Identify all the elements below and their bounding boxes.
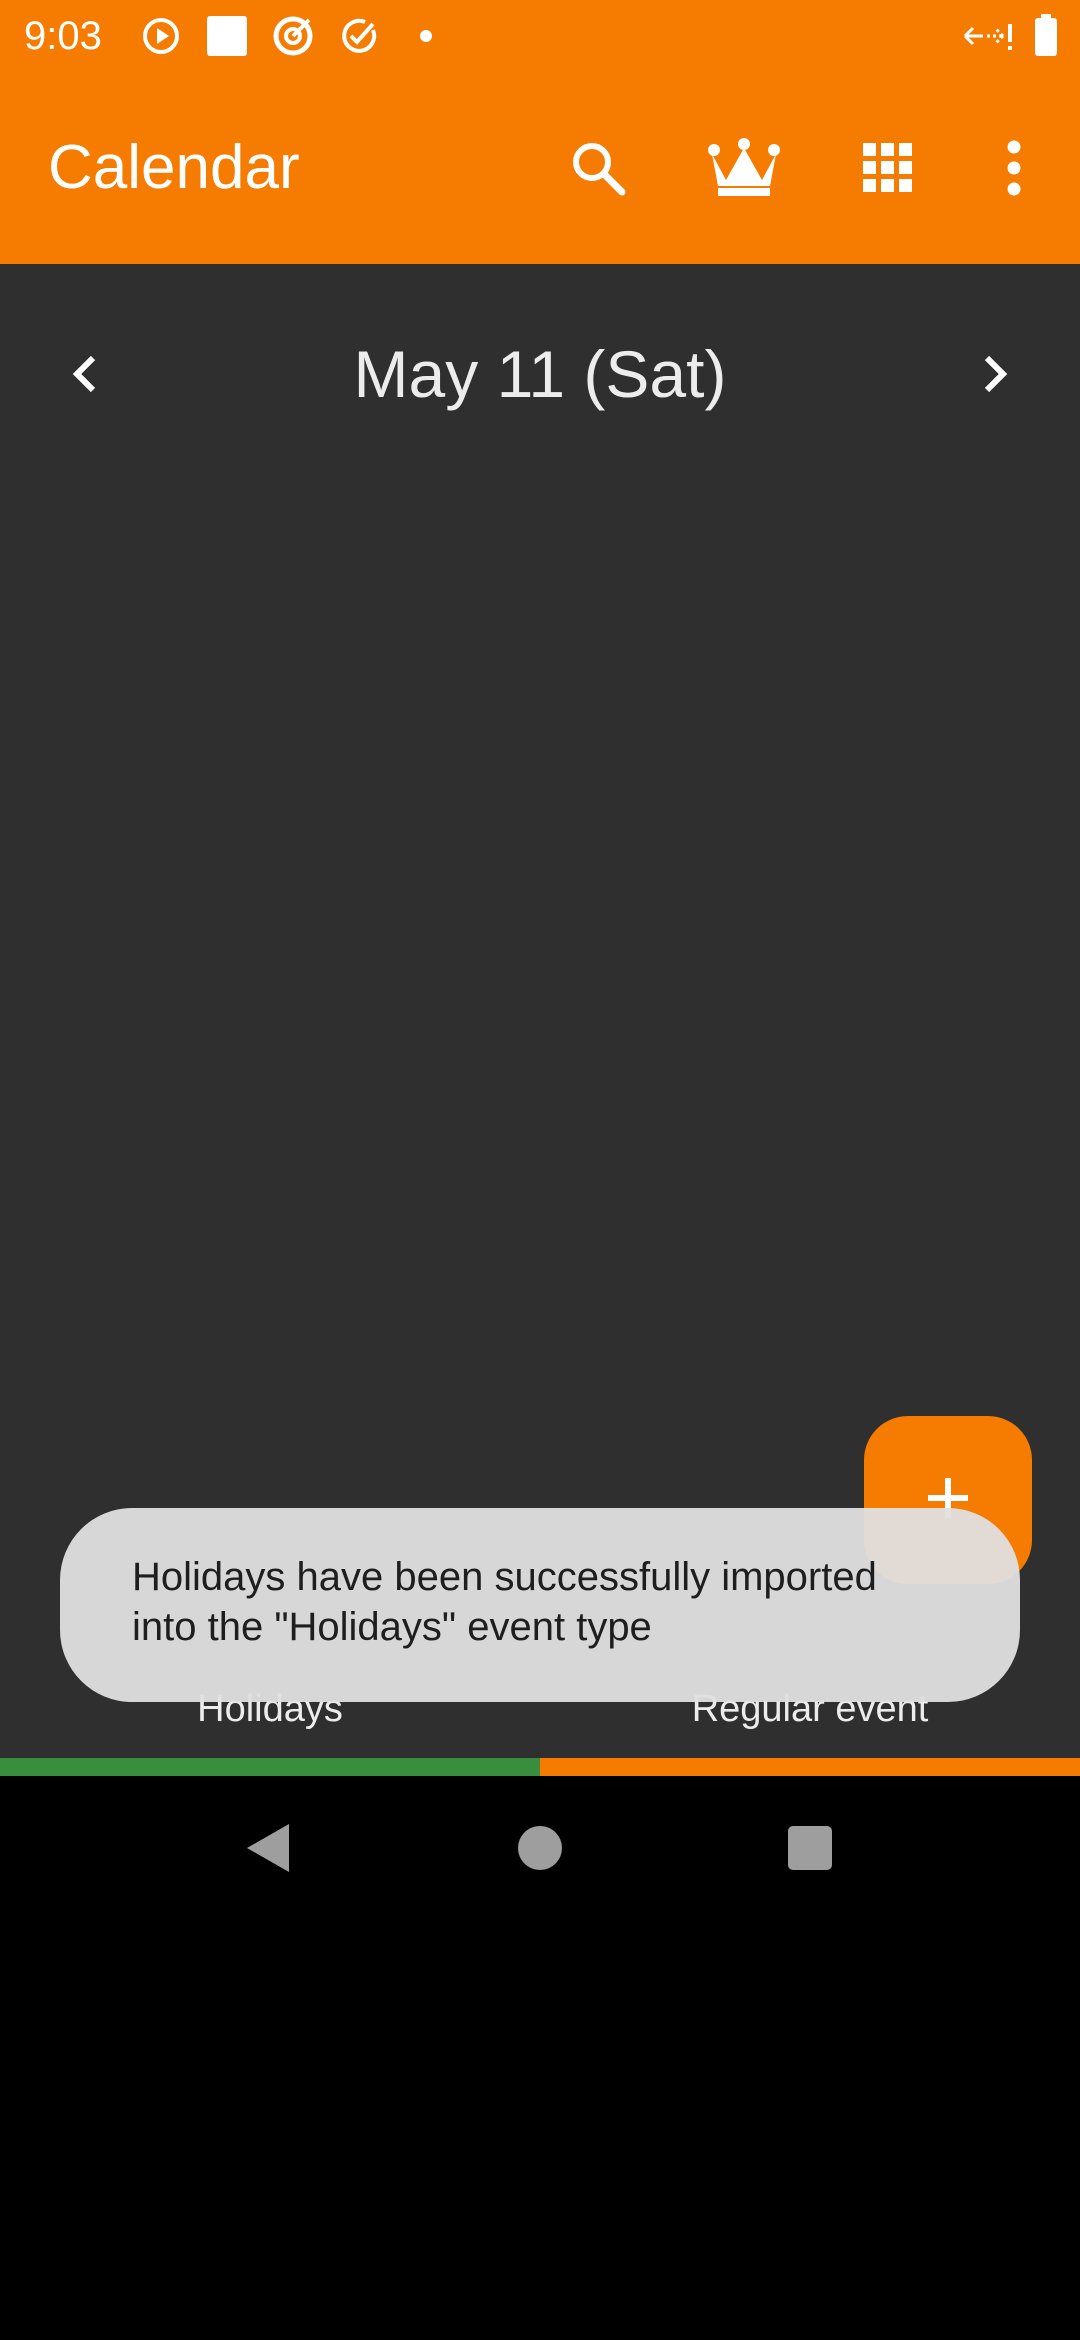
- toast-message: Holidays have been successfully imported…: [132, 1555, 877, 1649]
- tab-regular-event-indicator: [540, 1758, 1080, 1776]
- app-title: Calendar: [48, 133, 300, 202]
- toast: Holidays have been successfully imported…: [60, 1508, 1020, 1702]
- crown-icon[interactable]: [692, 116, 796, 220]
- screen: 9:03 Calendar May 11 (Sat) Holidays Regu…: [0, 0, 1080, 2340]
- home-icon[interactable]: [488, 1796, 592, 1900]
- square-icon: [204, 14, 250, 58]
- system-nav-bar: [0, 1776, 1080, 1920]
- grid-icon[interactable]: [836, 116, 940, 220]
- more-vert-icon[interactable]: [962, 116, 1066, 220]
- date-title[interactable]: May 11 (Sat): [0, 326, 1080, 422]
- target-icon: [270, 14, 316, 58]
- status-time: 9:03: [24, 14, 102, 58]
- dot-icon: [414, 14, 438, 58]
- check-circle-icon: [336, 14, 382, 58]
- app-bar: Calendar: [0, 72, 1080, 264]
- chevron-right-icon[interactable]: [946, 324, 1046, 424]
- status-bar: 9:03: [0, 0, 1080, 72]
- play-circle-icon: [138, 14, 184, 58]
- back-icon[interactable]: [216, 1796, 320, 1900]
- data-arrows-icon: [960, 14, 1016, 58]
- tab-holidays-indicator: [0, 1758, 540, 1776]
- recents-icon[interactable]: [758, 1796, 862, 1900]
- search-icon[interactable]: [546, 116, 650, 220]
- battery-icon: [1028, 14, 1064, 58]
